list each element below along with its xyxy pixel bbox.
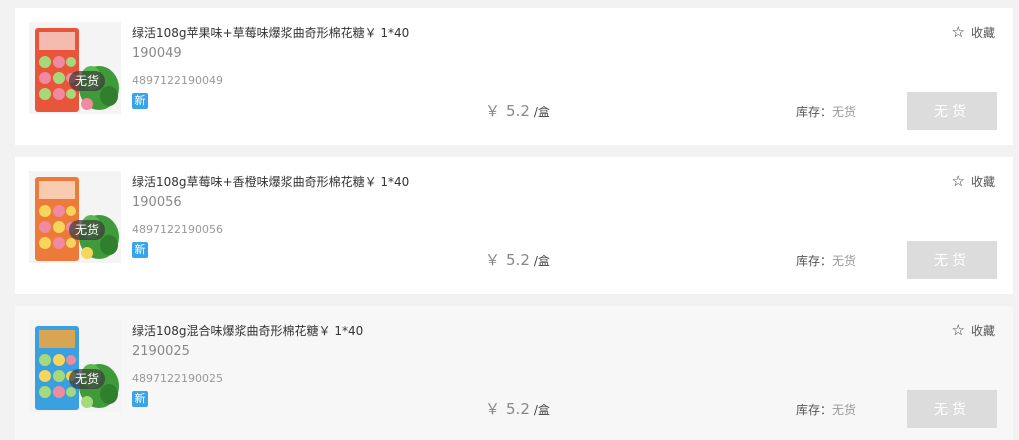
product-barcode: 4897122190049 bbox=[132, 74, 223, 87]
product-image[interactable]: 无货 bbox=[29, 22, 121, 114]
product-code: 190049 bbox=[132, 46, 182, 61]
out-of-stock-badge: 无货 bbox=[69, 369, 106, 389]
price-currency: ￥ bbox=[485, 102, 501, 120]
favorite-label: 收藏 bbox=[970, 26, 995, 40]
product-list: 无货 绿活108g苹果味+草莓味爆浆曲奇形棉花糖￥ 1*40 190049 48… bbox=[0, 0, 1019, 440]
stock-label: 库存： bbox=[796, 105, 833, 119]
stock-value: 无货 bbox=[832, 105, 857, 119]
price-value: 5.2 bbox=[506, 251, 530, 269]
stock-label: 库存： bbox=[796, 403, 833, 417]
product-price: ￥ 5.2/盒 bbox=[485, 100, 550, 121]
stock-status: 库存：无货 bbox=[796, 401, 856, 418]
product-image-graphic bbox=[29, 171, 121, 263]
price-unit: /盒 bbox=[533, 254, 550, 268]
product-price: ￥ 5.2/盒 bbox=[485, 398, 550, 419]
favorite-button[interactable]: ☆ 收藏 bbox=[952, 24, 995, 41]
stock-status: 库存：无货 bbox=[796, 103, 856, 120]
product-card: 无货 绿活108g混合味爆浆曲奇形棉花糖￥ 1*40 2190025 48971… bbox=[15, 306, 1013, 440]
stock-status: 库存：无货 bbox=[796, 252, 856, 269]
product-barcode: 4897122190056 bbox=[132, 223, 223, 236]
out-of-stock-button[interactable]: 无货 bbox=[907, 241, 997, 279]
favorite-button[interactable]: ☆ 收藏 bbox=[952, 322, 995, 339]
price-currency: ￥ bbox=[485, 251, 501, 269]
star-icon: ☆ bbox=[951, 321, 965, 339]
new-tag: 新 bbox=[132, 93, 148, 109]
out-of-stock-badge: 无货 bbox=[69, 220, 106, 240]
product-name[interactable]: 绿活108g草莓味+香橙味爆浆曲奇形棉花糖￥ 1*40 bbox=[132, 173, 409, 190]
product-price: ￥ 5.2/盒 bbox=[485, 249, 550, 270]
product-image[interactable]: 无货 bbox=[29, 171, 121, 263]
new-tag: 新 bbox=[132, 242, 148, 258]
stock-value: 无货 bbox=[832, 254, 857, 268]
price-currency: ￥ bbox=[485, 400, 501, 418]
favorite-label: 收藏 bbox=[970, 324, 995, 338]
product-image-graphic bbox=[29, 320, 121, 412]
out-of-stock-badge: 无货 bbox=[69, 71, 106, 91]
product-name[interactable]: 绿活108g混合味爆浆曲奇形棉花糖￥ 1*40 bbox=[132, 322, 363, 339]
product-code: 190056 bbox=[132, 195, 182, 210]
price-unit: /盒 bbox=[533, 403, 550, 417]
product-card: 无货 绿活108g草莓味+香橙味爆浆曲奇形棉花糖￥ 1*40 190056 48… bbox=[15, 157, 1013, 294]
stock-label: 库存： bbox=[796, 254, 833, 268]
new-tag: 新 bbox=[132, 391, 148, 407]
favorite-label: 收藏 bbox=[970, 175, 995, 189]
price-unit: /盒 bbox=[533, 105, 550, 119]
price-value: 5.2 bbox=[506, 400, 530, 418]
product-barcode: 4897122190025 bbox=[132, 372, 223, 385]
product-card: 无货 绿活108g苹果味+草莓味爆浆曲奇形棉花糖￥ 1*40 190049 48… bbox=[15, 8, 1013, 145]
product-name[interactable]: 绿活108g苹果味+草莓味爆浆曲奇形棉花糖￥ 1*40 bbox=[132, 24, 409, 41]
product-image[interactable]: 无货 bbox=[29, 320, 121, 412]
stock-value: 无货 bbox=[832, 403, 857, 417]
product-image-graphic bbox=[29, 22, 121, 114]
favorite-button[interactable]: ☆ 收藏 bbox=[952, 173, 995, 190]
product-code: 2190025 bbox=[132, 344, 190, 359]
out-of-stock-button[interactable]: 无货 bbox=[907, 92, 997, 130]
price-value: 5.2 bbox=[506, 102, 530, 120]
star-icon: ☆ bbox=[951, 23, 965, 41]
star-icon: ☆ bbox=[951, 172, 965, 190]
out-of-stock-button[interactable]: 无货 bbox=[907, 390, 997, 428]
